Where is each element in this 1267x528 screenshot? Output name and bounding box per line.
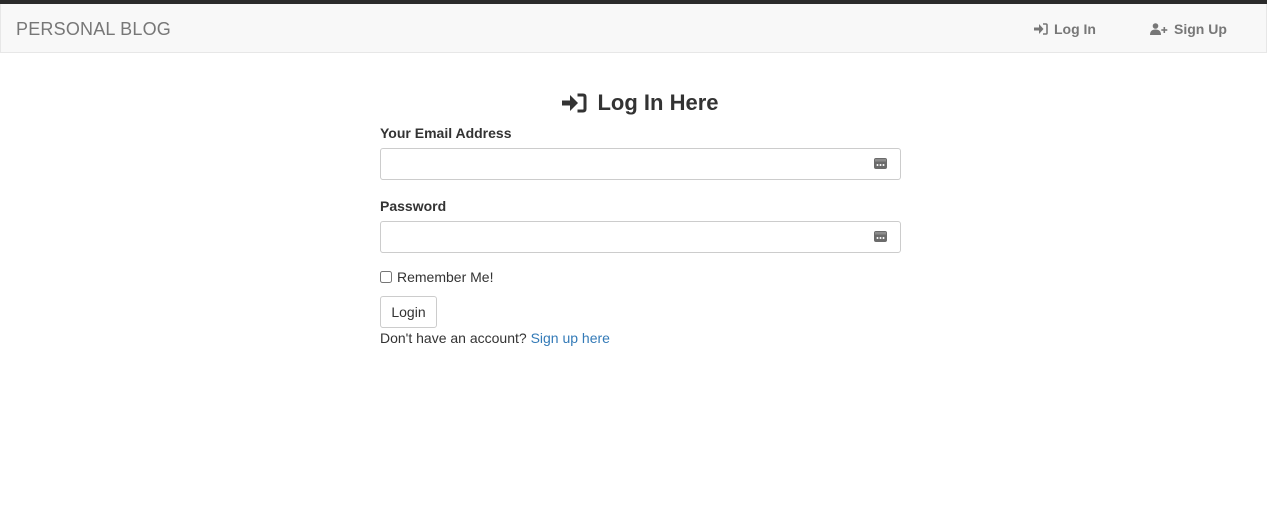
sign-in-icon: [562, 93, 587, 113]
form-title: Log In Here: [380, 88, 901, 118]
user-plus-icon: [1150, 23, 1168, 35]
sign-in-icon: [1034, 23, 1048, 35]
email-field[interactable]: [380, 148, 901, 180]
signup-prompt-text: Don't have an account?: [380, 330, 527, 346]
nav-signup-link[interactable]: Sign Up: [1150, 20, 1227, 38]
brand-link[interactable]: PERSONAL BLOG: [16, 19, 171, 39]
nav-login-link[interactable]: Log In: [1034, 20, 1096, 38]
remember-me-row: Remember Me!: [380, 269, 901, 285]
navbar: PERSONAL BLOG Log In Sign Up: [0, 4, 1267, 53]
form-title-text: Log In Here: [597, 90, 719, 115]
nav-signup-label: Sign Up: [1174, 21, 1227, 37]
password-label: Password: [380, 198, 447, 214]
login-button[interactable]: Login: [380, 296, 437, 328]
email-input-group: [380, 148, 901, 180]
remember-me-checkbox[interactable]: [380, 271, 392, 283]
signup-prompt-line: Don't have an account? Sign up here: [380, 329, 901, 347]
nav-login-label: Log In: [1054, 21, 1096, 37]
login-form: Log In Here Your Email Address Password: [380, 88, 901, 347]
signup-link[interactable]: Sign up here: [531, 330, 610, 346]
email-label: Your Email Address: [380, 125, 512, 141]
password-input-group: [380, 221, 901, 253]
remember-me-label: Remember Me!: [397, 269, 494, 285]
password-field[interactable]: [380, 221, 901, 253]
